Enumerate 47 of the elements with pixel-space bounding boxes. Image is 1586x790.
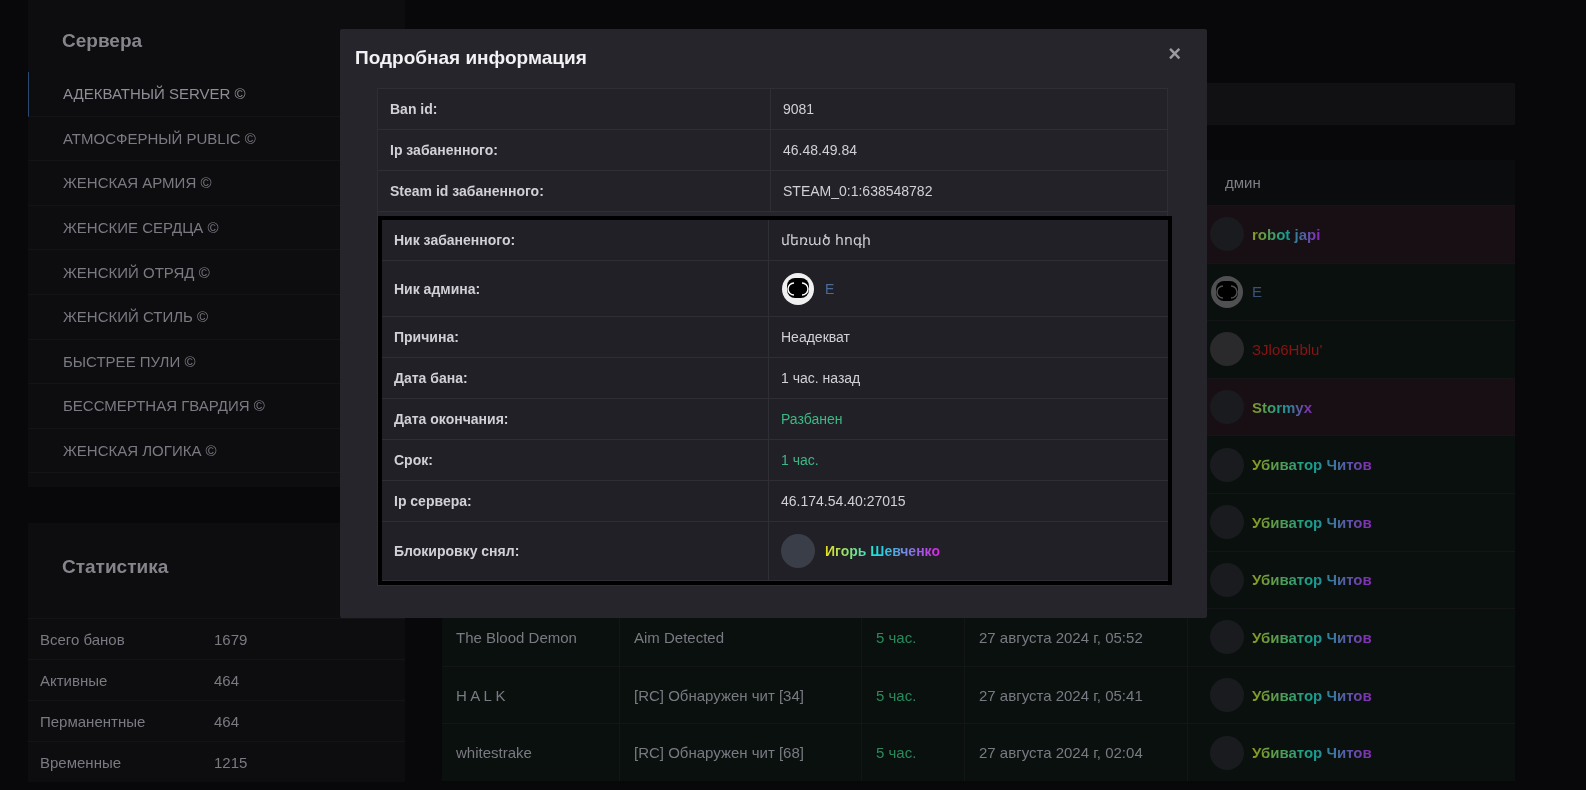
detail-value: մեռած հոգի: [781, 232, 871, 248]
detail-value: Неадекват: [781, 329, 850, 345]
ban-term: 5 час.: [876, 628, 917, 646]
detail-label: Ip сервера:: [394, 493, 472, 509]
ban-reason: [RC] Обнаружен чит [34]: [634, 686, 804, 704]
ban-term: 5 час.: [876, 744, 917, 762]
stat-value: 464: [214, 712, 240, 730]
admin-name[interactable]: Убиватор Читов: [1252, 571, 1372, 589]
ban-reason: [RC] Обнаружен чит [68]: [634, 744, 804, 762]
ban-date: 27 августа 2024 г, 02:04: [979, 744, 1143, 762]
stat-label: Всего банов: [40, 630, 125, 648]
detail-value: 46.48.49.84: [783, 142, 857, 158]
status-value: 1 час.: [781, 452, 819, 468]
card-title: Сервера: [62, 30, 143, 51]
card-title: Статистика: [62, 556, 169, 578]
avatar-photo-placeholder: [781, 534, 815, 568]
avatar-photo-placeholder: [1210, 332, 1244, 367]
stat-value: 1679: [214, 630, 248, 648]
admin-name[interactable]: Убиватор Читов: [1252, 744, 1372, 762]
stat-value: 464: [214, 671, 240, 689]
user-name[interactable]: Игорь Шевченко: [825, 543, 940, 559]
ring-logo-icon: [781, 271, 815, 306]
detail-value: 46.174.54.40:27015: [781, 493, 906, 509]
detail-value: 1 час. назад: [781, 370, 861, 386]
user-name[interactable]: E: [825, 280, 835, 297]
column-header: дмин: [1224, 174, 1261, 191]
ban-row[interactable]: H A L K [RC] Обнаружен чит [34] 5 час. 27 августа 2024 г, 05:41 Убиватор Читов: [442, 665, 1515, 724]
detail-value: 9081: [783, 101, 815, 117]
stat-label: Перманентные: [40, 712, 146, 730]
ban-row[interactable]: whitestrake [RC] Обнаружен чит [68] 5 час. 27 августа 2024 г, 02:04 Убиватор Читов: [442, 723, 1515, 781]
player-name: The Blood Demon: [456, 628, 577, 646]
stat-label: Активные: [40, 671, 108, 689]
admin-name[interactable]: Убиватор Читов: [1252, 456, 1372, 474]
stat-label: Временные: [40, 753, 122, 771]
detail-label: Блокировку снял:: [394, 543, 520, 559]
ban-date: 27 августа 2024 г, 05:41: [979, 686, 1143, 704]
modal-title: Подробная информация: [355, 47, 587, 68]
close-button[interactable]: ×: [1162, 39, 1187, 69]
ban-date: 27 августа 2024 г, 05:52: [979, 628, 1143, 646]
ring-logo-icon: [1210, 274, 1244, 309]
ban-reason: Aim Detected: [634, 628, 725, 646]
player-name: whitestrake: [456, 744, 532, 762]
stat-value: 1215: [214, 753, 248, 771]
detail-value: STEAM_0:1:638548782: [783, 183, 933, 199]
player-name: H A L K: [456, 686, 506, 704]
ban-term: 5 час.: [876, 686, 917, 704]
status-value: Разбанен: [781, 411, 843, 427]
